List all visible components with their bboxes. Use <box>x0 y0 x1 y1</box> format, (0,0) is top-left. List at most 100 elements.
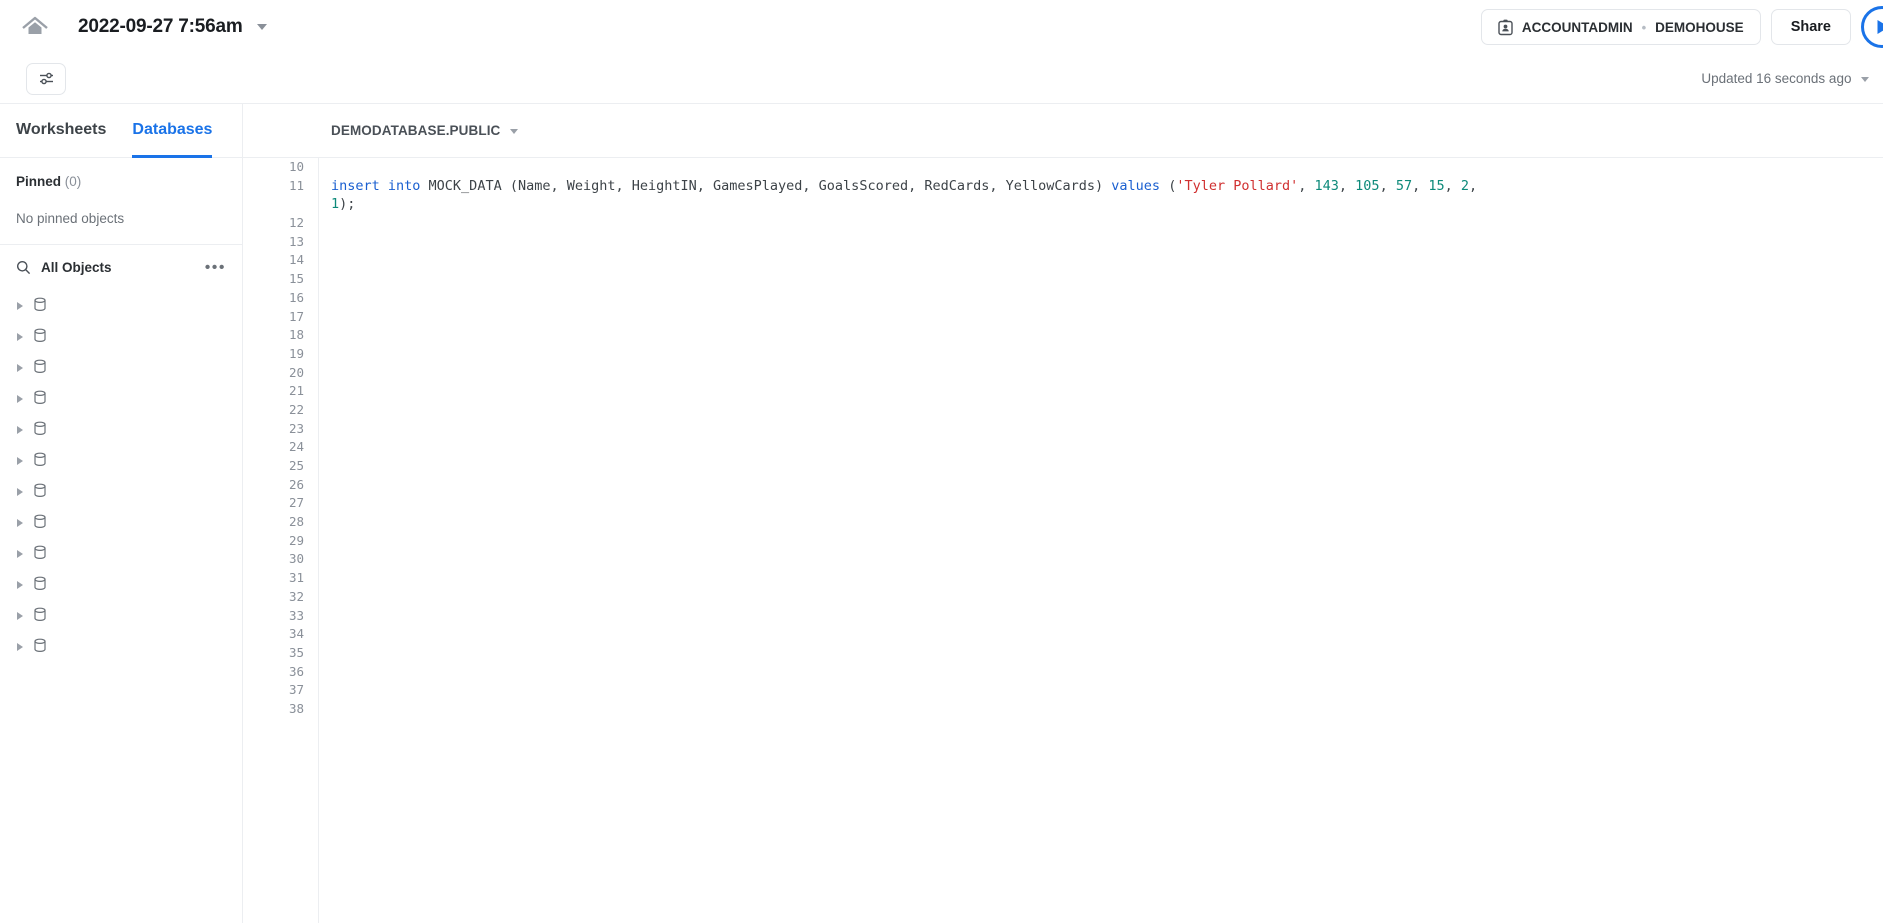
database-icon <box>33 576 47 591</box>
database-icon <box>33 359 47 377</box>
line-number: 17 <box>243 308 304 327</box>
database-list-item[interactable] <box>0 507 242 538</box>
line-number-gutter: 1011 12131415161718192021222324252627282… <box>243 158 319 923</box>
sql-statement-wrap-line: 1); <box>331 195 1883 214</box>
sql-editor[interactable]: 1011 12131415161718192021222324252627282… <box>243 158 1883 923</box>
line-number-spacer <box>243 195 304 214</box>
sql-token-num: 2 <box>1461 178 1469 194</box>
worksheet-title-dropdown[interactable]: 2022-09-27 7:56am <box>78 16 267 38</box>
chevron-right-icon[interactable] <box>17 364 23 372</box>
line-number: 25 <box>243 457 304 476</box>
sql-token-punc: , <box>1339 178 1355 194</box>
sub-toolbar: Updated 16 seconds ago Dra <box>0 54 1883 104</box>
top-bar-right-actions: ACCOUNTADMIN • DEMOHOUSE Share <box>1481 6 1883 48</box>
database-list-item[interactable] <box>0 414 242 445</box>
line-number: 34 <box>243 625 304 644</box>
database-list-item[interactable] <box>0 538 242 569</box>
database-list-item[interactable] <box>0 631 242 662</box>
sql-token-num: 57 <box>1396 178 1412 194</box>
database-icon <box>33 452 47 467</box>
database-context-label: DEMODATABASE.PUBLIC <box>331 123 500 138</box>
database-icon <box>33 328 47 346</box>
pinned-label: Pinned <box>16 174 61 189</box>
line-number: 33 <box>243 607 304 626</box>
editor-header: DEMODATABASE.PUBLIC <box>243 104 1883 158</box>
ellipsis-icon[interactable]: ••• <box>205 264 226 272</box>
chevron-down-icon <box>257 24 267 30</box>
database-icon <box>33 545 47 563</box>
database-icon <box>33 607 47 622</box>
tab-worksheets[interactable]: Worksheets <box>16 104 106 158</box>
sql-token-punc: , <box>1412 178 1428 194</box>
chevron-right-icon[interactable] <box>17 519 23 527</box>
sql-token-num: 143 <box>1315 178 1339 194</box>
id-badge-icon <box>1498 19 1513 36</box>
chevron-right-icon[interactable] <box>17 457 23 465</box>
database-list-item[interactable] <box>0 445 242 476</box>
line-number: 12 <box>243 214 304 233</box>
database-context-selector[interactable]: DEMODATABASE.PUBLIC <box>331 123 518 138</box>
database-icon <box>33 452 47 470</box>
database-list-item[interactable] <box>0 383 242 414</box>
line-number: 16 <box>243 289 304 308</box>
chevron-right-icon[interactable] <box>17 395 23 403</box>
sql-token-num: 15 <box>1428 178 1444 194</box>
database-icon <box>33 514 47 529</box>
pinned-section: Pinned (0) No pinned objects <box>0 158 242 244</box>
top-bar: 2022-09-27 7:56am ACCOUNTADMIN • DEMOHOU… <box>0 0 1883 54</box>
database-list-item[interactable] <box>0 290 242 321</box>
sql-token-plain: MOCK_DATA (Name, Weight, HeightIN, Games… <box>429 178 1112 194</box>
chevron-right-icon[interactable] <box>17 612 23 620</box>
database-icon <box>33 421 47 439</box>
chevron-right-icon[interactable] <box>17 550 23 558</box>
chevron-right-icon[interactable] <box>17 643 23 651</box>
updated-timestamp-text: Updated 16 seconds ago <box>1701 71 1851 86</box>
warehouse-label: DEMOHOUSE <box>1655 20 1744 35</box>
line-number: 10 <box>243 158 304 177</box>
sidebar-tabs: Worksheets Databases <box>0 104 242 158</box>
database-list-item[interactable] <box>0 352 242 383</box>
database-list-item[interactable] <box>0 321 242 352</box>
tab-databases[interactable]: Databases <box>132 104 212 158</box>
database-list-item[interactable] <box>0 476 242 507</box>
database-icon <box>33 483 47 498</box>
line-number: 22 <box>243 401 304 420</box>
sql-token-punc: , <box>1380 178 1396 194</box>
database-list <box>0 286 242 662</box>
body-split: Worksheets Databases Pinned (0) No pinne… <box>0 104 1883 923</box>
chevron-right-icon[interactable] <box>17 581 23 589</box>
database-icon <box>33 638 47 656</box>
sql-statement-line: insert into MOCK_DATA (Name, Weight, Hei… <box>331 177 1883 196</box>
sql-token-punc: ); <box>339 196 355 212</box>
sql-token-punc: , <box>1469 178 1477 194</box>
line-number: 24 <box>243 438 304 457</box>
pinned-header: Pinned (0) <box>16 174 226 189</box>
sql-code-area[interactable]: insert into MOCK_DATA (Name, Weight, Hei… <box>319 158 1883 923</box>
line-number: 32 <box>243 588 304 607</box>
database-list-item[interactable] <box>0 600 242 631</box>
line-number: 21 <box>243 382 304 401</box>
line-number: 29 <box>243 532 304 551</box>
database-list-item[interactable] <box>0 569 242 600</box>
sql-token-kw: values <box>1111 178 1168 194</box>
chevron-right-icon[interactable] <box>17 333 23 341</box>
settings-filter-button[interactable] <box>26 63 66 95</box>
sql-token-punc: , <box>1298 178 1314 194</box>
role-warehouse-selector[interactable]: ACCOUNTADMIN • DEMOHOUSE <box>1481 9 1761 45</box>
database-icon <box>33 359 47 374</box>
updated-timestamp[interactable]: Updated 16 seconds ago <box>1701 71 1869 86</box>
pinned-count: (0) <box>65 174 82 189</box>
all-objects-row[interactable]: All Objects ••• <box>0 245 242 286</box>
chevron-right-icon[interactable] <box>17 302 23 310</box>
run-query-button[interactable] <box>1861 6 1883 48</box>
line-number: 23 <box>243 420 304 439</box>
chevron-right-icon[interactable] <box>17 488 23 496</box>
play-icon <box>1874 18 1883 36</box>
tab-worksheets-label: Worksheets <box>16 121 106 139</box>
line-number: 38 <box>243 700 304 719</box>
home-icon[interactable] <box>18 10 52 44</box>
chevron-right-icon[interactable] <box>17 426 23 434</box>
line-number: 27 <box>243 494 304 513</box>
line-number: 11 <box>243 177 304 196</box>
share-button[interactable]: Share <box>1771 9 1851 45</box>
